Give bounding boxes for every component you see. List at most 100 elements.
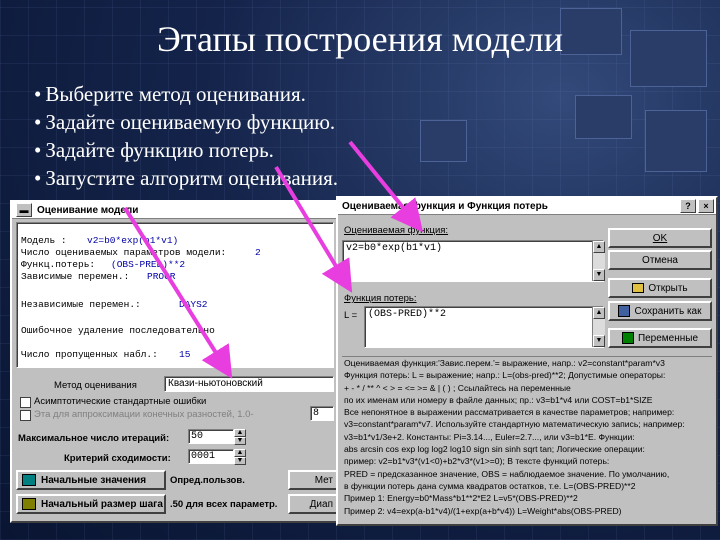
method-label: Метод оценивания: [54, 380, 137, 391]
finite-diff-value: 8: [313, 408, 320, 419]
background-decoration: [420, 120, 467, 162]
variables-icon: [621, 332, 634, 344]
convergence-input[interactable]: 0001: [188, 449, 234, 464]
method-options-label: Мет: [314, 474, 333, 486]
start-values-note: Опред.пользов.: [170, 475, 245, 486]
titlebar-buttons: ? ×: [680, 199, 714, 213]
help-text-panel: Оцениваемая функция:'Завис.перем.'= выра…: [342, 356, 712, 521]
range-button[interactable]: Диап: [288, 494, 338, 514]
save-disk-icon: [618, 305, 631, 317]
scroll-down-icon[interactable]: ▼: [593, 269, 605, 281]
help-line: PRED = предсказанное значение, OBS = наб…: [344, 468, 670, 479]
help-line: Все непонятное в выражении рассматривает…: [344, 407, 675, 418]
max-iterations-up-icon[interactable]: ▲: [234, 429, 246, 437]
help-line: Оцениваемая функция:'Завис.перем.'= выра…: [344, 358, 665, 368]
asymptotic-errors-checkbox[interactable]: [20, 397, 31, 408]
start-values-label: Начальные значения: [41, 474, 147, 486]
save-as-button[interactable]: Сохранить как: [608, 301, 712, 321]
slide-title: Этапы построения модели: [157, 19, 563, 59]
asymptotic-errors-label: Асимптотические стандартные ошибки: [34, 396, 207, 407]
max-iterations-value: 50: [191, 431, 204, 442]
independent-var-value: DAYS2: [179, 299, 208, 310]
method-select-value: Квази-ньютоновский: [168, 378, 263, 389]
loss-func-prefix: L =: [344, 310, 358, 321]
bullet-item: Задайте оцениваемую функцию.: [34, 108, 338, 136]
step-size-note: .50 для всех параметр.: [170, 499, 278, 510]
save-as-label: Сохранить как: [634, 305, 702, 317]
function-window: Оцениваемая функция и Функция потерь ? ×…: [336, 196, 718, 526]
loss-func-value: (OBS-PRED)**2: [111, 259, 186, 270]
missing-count-label: Число пропущенных набл.:: [21, 349, 158, 360]
help-line: + - * / ** ^ < > = <= >= & | ( ) ; Ссыла…: [344, 382, 571, 393]
independent-var-label: Независимые перемен.:: [21, 299, 141, 310]
help-line: Функция потерь: L = выражение; напр.: L=…: [344, 370, 666, 381]
cancel-button[interactable]: Отмена: [608, 250, 712, 270]
scroll-up-icon[interactable]: ▲: [593, 241, 605, 253]
scroll-up-icon[interactable]: ▲: [593, 307, 605, 319]
bullet-item: Задайте функцию потерь.: [34, 136, 338, 164]
finite-diff-input[interactable]: 8: [310, 406, 334, 421]
params-count-label: Число оцениваемых параметров модели:: [21, 247, 227, 258]
variables-label: Переменные: [637, 332, 699, 344]
window-title: Оценивание модели: [37, 204, 139, 216]
background-decoration: [645, 110, 707, 172]
params-count-value: 2: [255, 247, 261, 258]
help-line: Пример 2: v4=exp(a-b1*v4)/(1+exp(a+b*v4)…: [344, 505, 622, 516]
loss-func-label: Функц.потерь:: [21, 259, 96, 270]
help-line: abs arcsin cos exp log log2 log10 sign s…: [344, 444, 645, 455]
bullet-item: Выберите метод оценивания.: [34, 80, 338, 108]
dependent-var-label: Зависимые перемен.:: [21, 271, 130, 282]
window-menu-icon[interactable]: ▬: [16, 203, 32, 217]
help-icon[interactable]: ?: [680, 199, 696, 213]
variables-button[interactable]: Переменные: [608, 328, 712, 348]
model-label: Модель :: [21, 235, 67, 246]
open-button[interactable]: Открыть: [608, 278, 712, 298]
help-line: по их именам или номеру в файле данных; …: [344, 394, 653, 405]
est-func-scrollbar[interactable]: ▲ ▼: [592, 241, 605, 281]
loss-func-value: (OBS-PRED)**2: [368, 309, 447, 320]
convergence-up-icon[interactable]: ▲: [234, 449, 246, 457]
dependent-var-value: PROGR: [147, 271, 176, 282]
convergence-value: 0001: [191, 451, 216, 462]
loss-func-textarea[interactable]: (OBS-PRED)**2: [364, 306, 604, 348]
background-decoration: [575, 95, 632, 139]
close-icon[interactable]: ×: [698, 199, 714, 213]
model-value: v2=b0*exp(b1*v1): [87, 235, 179, 246]
loss-func-label: Функция потерь:: [344, 293, 417, 304]
max-iterations-input[interactable]: 50: [188, 429, 234, 444]
missing-deletion-label: Ошибочное удаление последовательно: [21, 325, 215, 336]
est-func-textarea[interactable]: v2=b0*exp(b1*v1): [342, 240, 604, 282]
help-line: v3=constant*param*v7. Используйте станда…: [344, 419, 685, 430]
est-func-value: v2=b0*exp(b1*v1): [346, 243, 443, 254]
open-folder-icon: [632, 283, 645, 293]
ok-label: OK: [652, 232, 668, 244]
step-size-button[interactable]: Начальный размер шага: [16, 494, 166, 514]
step-size-icon: [22, 498, 36, 510]
range-label: Диап: [309, 498, 333, 510]
max-iterations-label: Максимальное число итераций:: [18, 433, 170, 444]
estimation-window-titlebar: ▬ Оценивание модели: [12, 202, 338, 219]
convergence-down-icon[interactable]: ▼: [234, 457, 246, 465]
open-label: Открыть: [648, 282, 688, 294]
finite-diff-checkbox[interactable]: [20, 410, 31, 421]
help-line: Пример 1: Energy=b0*Mass*b1**2*E2 L=v5*(…: [344, 493, 578, 504]
scroll-down-icon[interactable]: ▼: [593, 335, 605, 347]
method-select[interactable]: Квази-ньютоновский: [164, 376, 334, 392]
cancel-label: Отмена: [642, 254, 678, 266]
start-values-icon: [22, 474, 36, 486]
model-info-panel: Модель : v2=b0*exp(b1*v1) Число оценивае…: [16, 222, 334, 368]
function-window-title: Оцениваемая функция и Функция потерь: [342, 200, 548, 212]
ok-button[interactable]: OK: [608, 228, 712, 248]
step-size-label: Начальный размер шага: [41, 498, 163, 510]
estimation-window: ▬ Оценивание модели Модель : v2=b0*exp(b…: [10, 200, 340, 523]
help-text-lines: Оцениваемая функция:'Завис.перем.'= выра…: [342, 357, 712, 517]
finite-diff-label: Эта для аппроксимации конечных разностей…: [34, 409, 254, 420]
method-options-button[interactable]: Мет: [288, 470, 338, 490]
function-window-titlebar: Оцениваемая функция и Функция потерь ? ×: [338, 198, 716, 215]
max-iterations-down-icon[interactable]: ▼: [234, 437, 246, 445]
bullet-item: Запустите алгоритм оценивания.: [34, 164, 338, 192]
loss-func-scrollbar[interactable]: ▲ ▼: [592, 307, 605, 347]
start-values-button[interactable]: Начальные значения: [16, 470, 166, 490]
help-line: в функции потерь дана сумма квадратов ос…: [344, 480, 636, 491]
est-func-label: Оцениваемая функция:: [344, 225, 449, 236]
